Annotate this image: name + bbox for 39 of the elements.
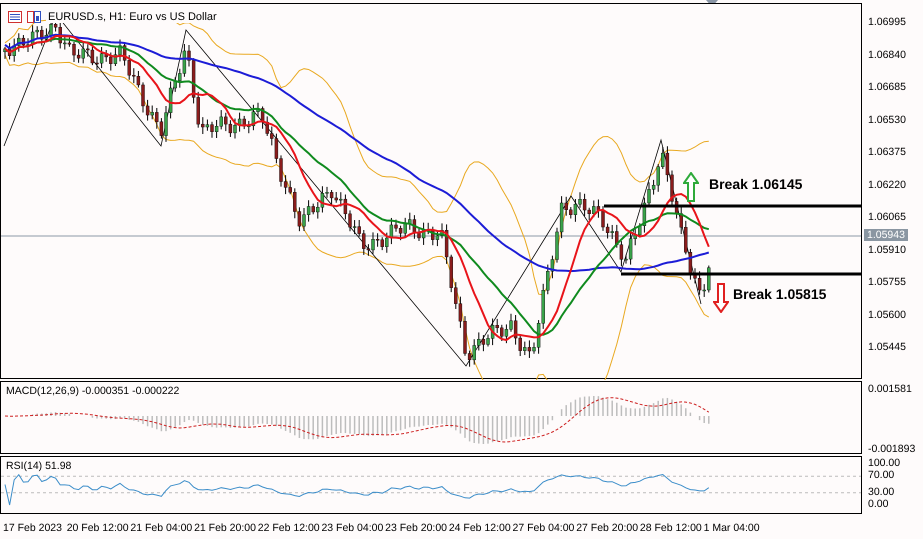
time-label: 23 Feb 20:00 xyxy=(385,522,448,534)
break-level-label: Break 1.06145 xyxy=(709,176,802,192)
time-label: 21 Feb 20:00 xyxy=(194,522,257,534)
price-label: 1.06995 xyxy=(867,16,906,28)
time-label: 27 Feb 04:00 xyxy=(512,522,576,534)
time-label: 20 Feb 12:00 xyxy=(66,522,130,534)
list-icon[interactable] xyxy=(8,11,22,23)
up-arrow-icon xyxy=(683,172,699,202)
macd-min-label: -0.001893 xyxy=(867,443,916,455)
time-label: 28 Feb 12:00 xyxy=(640,522,703,534)
break-level-label: Break 1.05815 xyxy=(733,286,826,302)
price-label: 1.06220 xyxy=(867,178,906,190)
rsi-level-label: 0.00 xyxy=(867,498,888,510)
time-label: 24 Feb 12:00 xyxy=(448,522,512,534)
time-label: 1 Mar 04:00 xyxy=(704,522,761,534)
price-label: 1.05445 xyxy=(867,341,906,353)
price-label: 1.06065 xyxy=(867,211,906,223)
current-price-badge: 1.05943 xyxy=(864,229,908,241)
chart-title: EURUSD.s, H1: Euro vs US Dollar xyxy=(46,11,219,23)
time-label: 21 Feb 04:00 xyxy=(130,522,194,534)
price-label: 1.06530 xyxy=(867,114,906,126)
rsi-level-label: 30.00 xyxy=(867,486,894,498)
price-label: 1.05755 xyxy=(867,276,906,288)
price-label: 1.06840 xyxy=(867,48,906,60)
price-label: 1.05910 xyxy=(867,244,906,256)
time-label: 23 Feb 04:00 xyxy=(321,522,384,534)
rsi-label: RSI(14) 51.98 xyxy=(6,460,72,472)
time-label: 22 Feb 12:00 xyxy=(258,522,321,534)
down-arrow-icon xyxy=(713,283,729,313)
rsi-level-label: 100.00 xyxy=(867,457,900,469)
rsi-level-label: 70.00 xyxy=(867,469,894,482)
price-label: 1.06685 xyxy=(867,81,906,93)
price-label: 1.05600 xyxy=(867,308,906,320)
macd-label: MACD(12,26,9) -0.000351 -0.000222 xyxy=(6,385,180,397)
price-label: 1.06375 xyxy=(867,146,906,158)
macd-max-label: 0.001581 xyxy=(867,383,912,395)
time-label: 27 Feb 20:00 xyxy=(576,522,640,534)
time-label: 17 Feb 2023 xyxy=(3,522,63,534)
panel-icon[interactable] xyxy=(27,11,41,23)
